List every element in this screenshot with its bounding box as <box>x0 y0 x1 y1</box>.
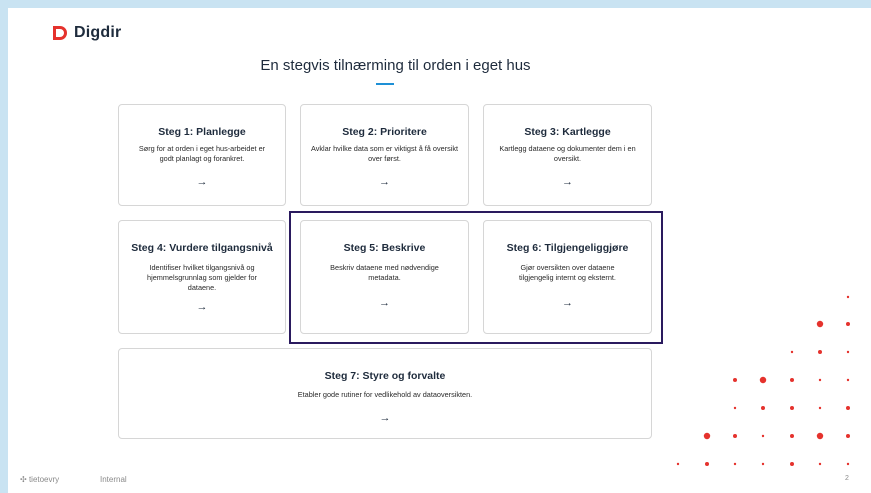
step-3-title: Steg 3: Kartlegge <box>524 126 611 138</box>
step-card-4[interactable]: Steg 4: Vurdere tilgangsnivå Identifiser… <box>118 220 286 334</box>
step-card-2[interactable]: Steg 2: Prioritere Avklar hvilke data so… <box>300 104 469 206</box>
tietoevry-logo: ✣ tietoevry <box>20 475 59 484</box>
classification-label: Internal <box>100 475 127 484</box>
step-4-title: Steg 4: Vurdere tilgangsnivå <box>131 242 273 254</box>
step-card-1[interactable]: Steg 1: Planlegge Sørg for at orden i eg… <box>118 104 286 206</box>
digdir-logo-icon <box>52 25 68 41</box>
step-1-description: Sørg for at orden i eget hus-arbeidet er… <box>138 144 266 163</box>
tietoevry-logo-text: tietoevry <box>28 475 60 484</box>
step-1-title: Steg 1: Planlegge <box>158 126 246 138</box>
digdir-logo-text: Digdir <box>74 24 122 41</box>
step-3-description: Kartlegg dataene og dokumenter dem i en … <box>499 144 636 163</box>
arrow-right-icon[interactable]: → <box>484 176 651 188</box>
arrow-right-icon[interactable]: → <box>119 301 285 313</box>
arrow-right-icon[interactable]: → <box>301 176 468 188</box>
tietoevry-logo-icon: ✣ <box>20 475 27 484</box>
page-number: 2 <box>845 475 849 482</box>
step-4-description: Identifiser hvilket tilgangsnivå og hjem… <box>147 263 257 292</box>
slide: Digdir En stegvis tilnærming til orden i… <box>8 8 871 493</box>
highlight-frame <box>289 211 663 344</box>
digdir-logo: Digdir <box>52 24 121 42</box>
step-7-title: Steg 7: Styre og forvalte <box>324 370 446 382</box>
step-2-description: Avklar hvilke data som er viktigst å få … <box>310 144 459 163</box>
step-2-title: Steg 2: Prioritere <box>342 126 427 138</box>
step-card-3[interactable]: Steg 3: Kartlegge Kartlegg dataene og do… <box>483 104 652 206</box>
slide-title: En stegvis tilnærming til orden i eget h… <box>260 57 531 74</box>
arrow-right-icon[interactable]: → <box>119 176 285 188</box>
arrow-right-icon[interactable]: → <box>119 412 651 424</box>
step-card-7[interactable]: Steg 7: Styre og forvalte Etabler gode r… <box>118 348 652 439</box>
title-underline <box>376 83 394 85</box>
step-7-description: Etabler gode rutiner for vedlikehold av … <box>297 390 473 399</box>
